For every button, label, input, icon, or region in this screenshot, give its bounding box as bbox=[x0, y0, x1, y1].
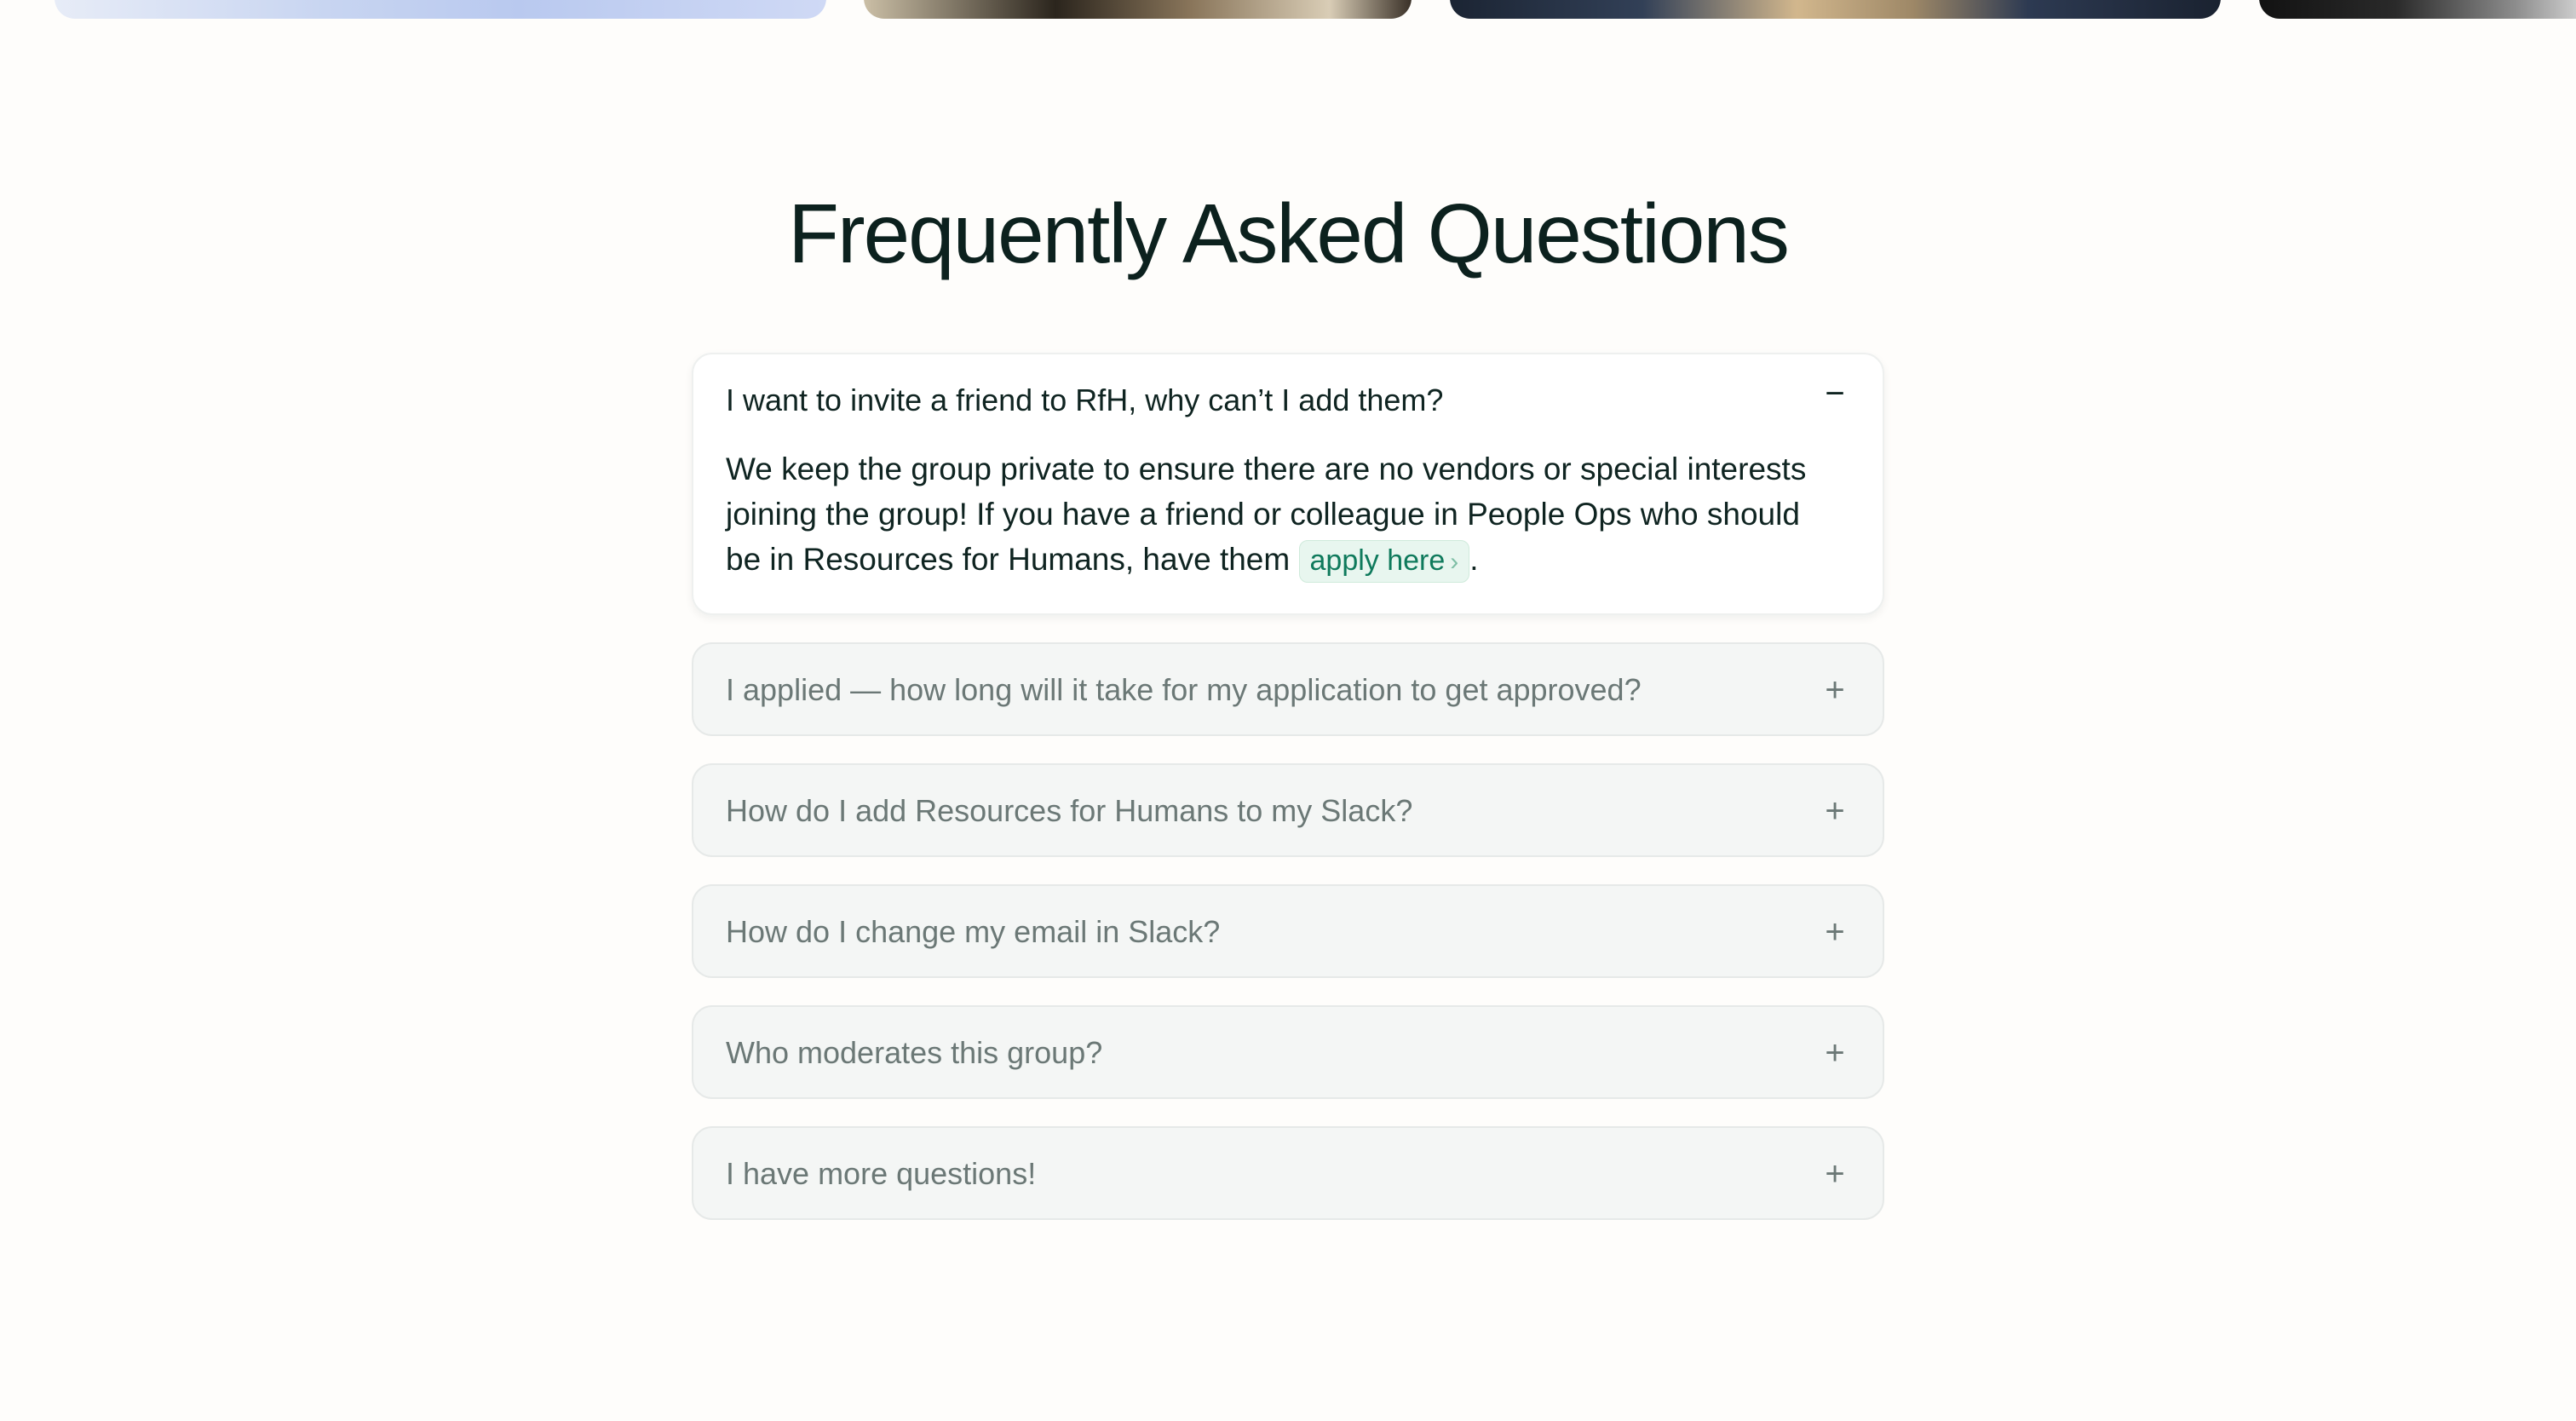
faq-answer-end: . bbox=[1469, 542, 1479, 577]
faq-question[interactable]: Who moderates this group? bbox=[693, 1007, 1883, 1073]
faq-list: I want to invite a friend to RfH, why ca… bbox=[692, 353, 1884, 1247]
carousel-image[interactable] bbox=[1450, 0, 2221, 19]
apply-here-link[interactable]: apply here › bbox=[1298, 540, 1470, 583]
plus-icon[interactable]: + bbox=[1818, 794, 1852, 828]
plus-icon[interactable]: + bbox=[1818, 1157, 1852, 1191]
faq-answer-text: We keep the group private to ensure ther… bbox=[726, 452, 1807, 577]
faq-question[interactable]: How do I add Resources for Humans to my … bbox=[693, 765, 1883, 831]
carousel-image[interactable] bbox=[2259, 0, 2576, 19]
faq-title: Frequently Asked Questions bbox=[788, 187, 1790, 280]
faq-item-moderators[interactable]: Who moderates this group? + bbox=[692, 1005, 1884, 1099]
chevron-right-icon: › bbox=[1450, 548, 1459, 576]
faq-question[interactable]: I have more questions! bbox=[693, 1128, 1883, 1194]
minus-icon[interactable]: − bbox=[1818, 377, 1852, 411]
faq-item-change-email[interactable]: How do I change my email in Slack? + bbox=[692, 884, 1884, 978]
faq-question[interactable]: How do I change my email in Slack? bbox=[693, 886, 1883, 952]
carousel-image[interactable] bbox=[864, 0, 1412, 19]
plus-icon[interactable]: + bbox=[1818, 673, 1852, 707]
plus-icon[interactable]: + bbox=[1818, 915, 1852, 949]
faq-item-add-to-slack[interactable]: How do I add Resources for Humans to my … bbox=[692, 763, 1884, 857]
plus-icon[interactable]: + bbox=[1818, 1036, 1852, 1070]
faq-item-more-questions[interactable]: I have more questions! + bbox=[692, 1126, 1884, 1220]
faq-item-application-approval[interactable]: I applied — how long will it take for my… bbox=[692, 642, 1884, 736]
carousel-image[interactable] bbox=[55, 0, 826, 19]
apply-here-label: apply here bbox=[1309, 544, 1446, 577]
image-carousel-strip bbox=[0, 0, 2576, 20]
faq-item-invite-friend: I want to invite a friend to RfH, why ca… bbox=[692, 353, 1884, 615]
faq-answer: We keep the group private to ensure ther… bbox=[693, 421, 1883, 583]
faq-question[interactable]: I applied — how long will it take for my… bbox=[693, 644, 1883, 710]
faq-question[interactable]: I want to invite a friend to RfH, why ca… bbox=[693, 354, 1883, 421]
